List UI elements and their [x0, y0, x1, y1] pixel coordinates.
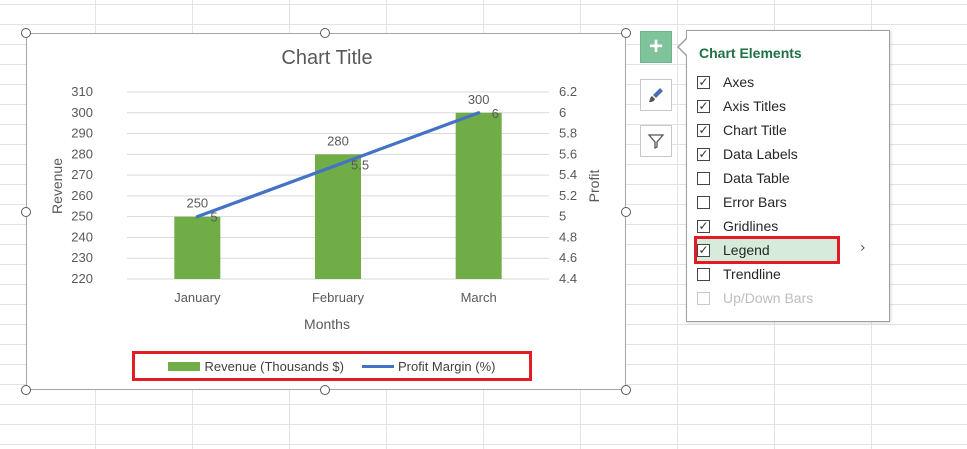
chart-element-axes[interactable]: ✓ Axes — [697, 71, 877, 93]
legend-item-profit[interactable]: Profit Margin (%) — [361, 358, 496, 374]
y2-axis-title[interactable]: Profit — [586, 170, 602, 203]
flyout-title: Chart Elements — [699, 45, 802, 61]
bar-january[interactable] — [174, 216, 221, 279]
y2-tick-label: 6 — [559, 105, 566, 120]
checkbox[interactable]: ✓ — [697, 243, 710, 257]
y-tick-label: 280 — [71, 146, 93, 161]
y-tick-label: 220 — [71, 271, 93, 286]
resize-handle-bottom-right[interactable] — [621, 385, 631, 395]
chart-elements-panel: Chart Elements ✓ Axes ✓ Axis Titles ✓ Chart T… — [686, 30, 890, 322]
chart-element-up-down-bars: Up/Down Bars — [697, 287, 877, 309]
resize-handle-top-left[interactable] — [21, 28, 31, 38]
x-tick-label: February — [312, 290, 365, 305]
chart-element-axis-titles[interactable]: ✓ Axis Titles — [697, 95, 877, 117]
y-tick-label: 300 — [71, 105, 93, 120]
chart-element-chart-title[interactable]: ✓ Chart Title — [697, 119, 877, 141]
chart-element-label: Error Bars — [723, 194, 787, 210]
chart-elements-button[interactable]: + — [640, 31, 672, 63]
y-tick-label: 240 — [71, 229, 93, 244]
chart-element-label: Up/Down Bars — [723, 290, 814, 306]
chart-element-label: Gridlines — [723, 218, 779, 234]
y2-tick-label: 4.8 — [559, 229, 577, 244]
x-tick-label: January — [174, 290, 221, 305]
y2-tick-label: 5.4 — [559, 167, 577, 182]
resize-handle-top-right[interactable] — [621, 28, 631, 38]
filter-icon — [647, 134, 665, 150]
chart-object[interactable]: Chart Title 220 230 240 250 260 270 280 290 300 3… — [26, 33, 626, 390]
checkbox[interactable]: ✓ — [697, 219, 710, 233]
bar-data-label: 250 — [186, 196, 208, 211]
y-tick-label: 310 — [71, 84, 93, 99]
chart-element-label: Axis Titles — [723, 98, 787, 114]
resize-handle-top-center[interactable] — [320, 28, 330, 38]
chart-element-label: Axes — [723, 74, 755, 90]
chart-element-legend[interactable]: ✓ Legend — [694, 236, 840, 264]
chart-element-label: Data Labels — [723, 146, 798, 162]
checkbox[interactable] — [697, 195, 710, 209]
chart-element-label: Chart Title — [723, 122, 787, 138]
checkbox[interactable]: ✓ — [697, 147, 710, 161]
y2-tick-label: 4.6 — [559, 250, 577, 265]
checkbox[interactable] — [697, 171, 710, 185]
paintbrush-icon — [649, 88, 663, 102]
bar-data-label: 280 — [327, 133, 349, 148]
x-axis-title[interactable]: Months — [304, 316, 350, 332]
checkbox[interactable]: ✓ — [697, 123, 710, 137]
resize-handle-middle-right[interactable] — [621, 207, 631, 217]
line-data-label: 6 — [492, 106, 499, 121]
y-tick-label: 270 — [71, 167, 93, 182]
y2-tick-label: 5.8 — [559, 126, 577, 141]
y-tick-label: 230 — [71, 250, 93, 265]
x-tick-label: March — [461, 290, 497, 305]
y2-tick-label: 6.2 — [559, 84, 577, 99]
checkbox — [697, 291, 710, 305]
legend-line-swatch — [361, 364, 394, 368]
bar-march[interactable] — [455, 112, 502, 280]
chart-legend[interactable]: Revenue (Thousands $) Profit Margin (%) — [132, 351, 532, 381]
legend-bar-swatch — [168, 361, 201, 371]
line-data-label: 5 — [210, 210, 217, 225]
y2-tick-label: 5 — [559, 209, 566, 224]
legend-submenu-chevron-icon[interactable]: › — [860, 240, 866, 256]
y2-tick-label: 4.4 — [559, 271, 577, 286]
chart-element-trendline[interactable]: Trendline — [697, 263, 877, 285]
checkbox[interactable]: ✓ — [697, 99, 710, 113]
checkbox[interactable] — [697, 267, 710, 281]
y-tick-label: 250 — [71, 209, 93, 224]
legend-label-revenue: Revenue (Thousands $) — [204, 358, 344, 374]
chart-styles-button[interactable] — [640, 79, 672, 111]
chart-element-data-labels[interactable]: ✓ Data Labels — [697, 143, 877, 165]
chart-element-error-bars[interactable]: Error Bars — [697, 191, 877, 213]
plus-icon: + — [648, 33, 663, 60]
legend-label-profit: Profit Margin (%) — [397, 358, 496, 374]
chart-element-gridlines[interactable]: ✓ Gridlines — [697, 215, 877, 237]
flyout-pointer-fill — [679, 39, 687, 55]
chart-element-label: Trendline — [723, 266, 781, 282]
checkbox[interactable]: ✓ — [697, 75, 710, 89]
chart-plot-area[interactable]: 220 230 240 250 260 270 280 290 300 310 4.4 4.6 4.8 5… — [27, 34, 627, 391]
bar-data-label: 300 — [468, 92, 490, 107]
resize-handle-middle-left[interactable] — [21, 207, 31, 217]
y-tick-label: 290 — [71, 126, 93, 141]
bar-february[interactable] — [315, 154, 361, 279]
chart-element-label: Data Table — [723, 170, 790, 186]
chart-element-label: Legend — [723, 242, 770, 258]
resize-handle-bottom-left[interactable] — [21, 385, 31, 395]
y-tick-label: 260 — [71, 188, 93, 203]
resize-handle-bottom-center[interactable] — [320, 385, 330, 395]
y-axis-title[interactable]: Revenue — [49, 158, 65, 214]
chart-filters-button[interactable] — [640, 125, 672, 157]
y2-tick-label: 5.6 — [559, 146, 577, 161]
y2-tick-label: 5.2 — [559, 188, 577, 203]
legend-item-revenue[interactable]: Revenue (Thousands $) — [168, 358, 344, 374]
line-data-label: 5.5 — [351, 158, 369, 173]
chart-element-data-table[interactable]: Data Table — [697, 167, 877, 189]
